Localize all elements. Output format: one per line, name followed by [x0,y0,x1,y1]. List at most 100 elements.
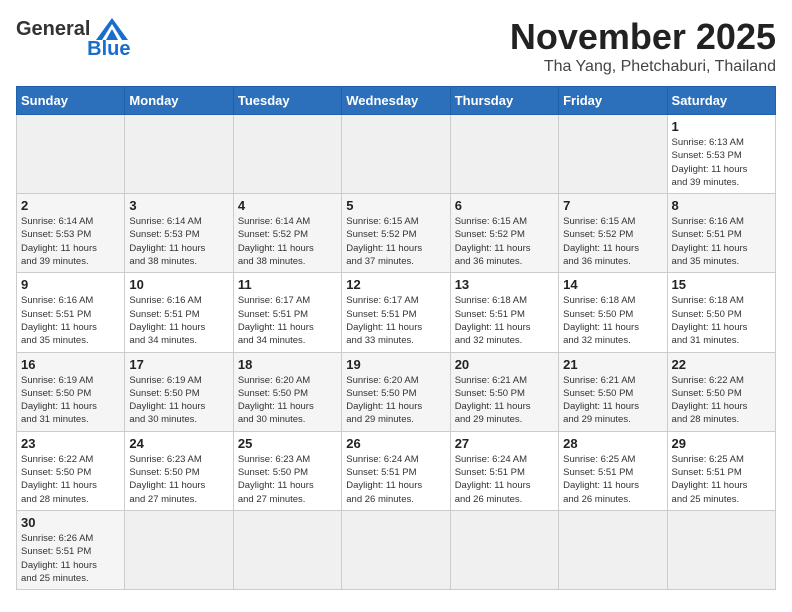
day-info: Sunrise: 6:21 AMSunset: 5:50 PMDaylight:… [563,374,662,427]
week-row-1: 1Sunrise: 6:13 AMSunset: 5:53 PMDaylight… [17,115,776,194]
calendar-cell: 29 Sunrise: 6:25 AMSunset: 5:51 PMDayligh… [667,431,775,510]
day-number: 10 [129,277,228,292]
calendar-cell [233,115,341,194]
day-number: 24 [129,436,228,451]
week-row-4: 16Sunrise: 6:19 AMSunset: 5:50 PMDayligh… [17,352,776,431]
calendar-cell [450,115,558,194]
calendar-cell: 7 Sunrise: 6:15 AMSunset: 5:52 PMDaylight… [559,194,667,273]
day-number: 30 [21,515,120,530]
day-number: 25 [238,436,337,451]
calendar-cell [450,510,558,589]
day-info: Sunrise: 6:16 AMSunset: 5:51 PMDaylight:… [21,294,120,347]
day-info: Sunrise: 6:18 AMSunset: 5:50 PMDaylight:… [563,294,662,347]
day-info: Sunrise: 6:21 AMSunset: 5:50 PMDaylight:… [455,374,554,427]
header: General Blue November 2025 Tha Yang, Phe… [16,16,776,76]
day-number: 19 [346,357,445,372]
day-number: 22 [672,357,771,372]
day-number: 3 [129,198,228,213]
title-section: November 2025 Tha Yang, Phetchaburi, Tha… [510,16,776,76]
week-row-6: 30 Sunrise: 6:26 AMSunset: 5:51 PMDayligh… [17,510,776,589]
day-number: 20 [455,357,554,372]
week-row-3: 9 Sunrise: 6:16 AMSunset: 5:51 PMDaylight… [17,273,776,352]
day-info: Sunrise: 6:24 AMSunset: 5:51 PMDaylight:… [346,453,445,506]
calendar-cell [233,510,341,589]
day-info: Sunrise: 6:14 AMSunset: 5:53 PMDaylight:… [129,215,228,268]
calendar-cell: 11Sunrise: 6:17 AMSunset: 5:51 PMDayligh… [233,273,341,352]
calendar-cell: 3 Sunrise: 6:14 AMSunset: 5:53 PMDaylight… [125,194,233,273]
day-info: Sunrise: 6:17 AMSunset: 5:51 PMDaylight:… [346,294,445,347]
day-number: 5 [346,198,445,213]
week-row-5: 23 Sunrise: 6:22 AMSunset: 5:50 PMDayligh… [17,431,776,510]
day-info: Sunrise: 6:23 AMSunset: 5:50 PMDaylight:… [238,453,337,506]
weekday-header-monday: Monday [125,87,233,115]
day-info: Sunrise: 6:20 AMSunset: 5:50 PMDaylight:… [238,374,337,427]
day-number: 7 [563,198,662,213]
day-number: 18 [238,357,337,372]
day-number: 8 [672,198,771,213]
calendar-cell: 4Sunrise: 6:14 AMSunset: 5:52 PMDaylight… [233,194,341,273]
weekday-header-friday: Friday [559,87,667,115]
calendar-cell: 30 Sunrise: 6:26 AMSunset: 5:51 PMDayligh… [17,510,125,589]
day-number: 14 [563,277,662,292]
calendar-cell: 27Sunrise: 6:24 AMSunset: 5:51 PMDayligh… [450,431,558,510]
calendar-cell: 16Sunrise: 6:19 AMSunset: 5:50 PMDayligh… [17,352,125,431]
calendar-cell: 18 Sunrise: 6:20 AMSunset: 5:50 PMDayligh… [233,352,341,431]
day-number: 26 [346,436,445,451]
calendar-cell: 26 Sunrise: 6:24 AMSunset: 5:51 PMDayligh… [342,431,450,510]
day-info: Sunrise: 6:15 AMSunset: 5:52 PMDaylight:… [455,215,554,268]
calendar-cell: 21 Sunrise: 6:21 AMSunset: 5:50 PMDayligh… [559,352,667,431]
day-number: 13 [455,277,554,292]
day-info: Sunrise: 6:20 AMSunset: 5:50 PMDaylight:… [346,374,445,427]
day-info: Sunrise: 6:22 AMSunset: 5:50 PMDaylight:… [21,453,120,506]
day-number: 21 [563,357,662,372]
calendar-cell: 15Sunrise: 6:18 AMSunset: 5:50 PMDayligh… [667,273,775,352]
calendar-cell: 28 Sunrise: 6:25 AMSunset: 5:51 PMDayligh… [559,431,667,510]
calendar-cell: 8Sunrise: 6:16 AMSunset: 5:51 PMDaylight… [667,194,775,273]
day-info: Sunrise: 6:16 AMSunset: 5:51 PMDaylight:… [129,294,228,347]
day-info: Sunrise: 6:25 AMSunset: 5:51 PMDaylight:… [672,453,771,506]
weekday-header-sunday: Sunday [17,87,125,115]
weekday-header-thursday: Thursday [450,87,558,115]
day-number: 28 [563,436,662,451]
calendar-cell: 14 Sunrise: 6:18 AMSunset: 5:50 PMDayligh… [559,273,667,352]
calendar-cell [125,510,233,589]
day-info: Sunrise: 6:23 AMSunset: 5:50 PMDaylight:… [129,453,228,506]
day-info: Sunrise: 6:24 AMSunset: 5:51 PMDaylight:… [455,453,554,506]
calendar-cell: 22 Sunrise: 6:22 AMSunset: 5:50 PMDayligh… [667,352,775,431]
day-info: Sunrise: 6:14 AMSunset: 5:53 PMDaylight:… [21,215,120,268]
day-info: Sunrise: 6:26 AMSunset: 5:51 PMDaylight:… [21,532,120,585]
calendar-cell: 10 Sunrise: 6:16 AMSunset: 5:51 PMDayligh… [125,273,233,352]
day-number: 11 [238,277,337,292]
day-number: 29 [672,436,771,451]
day-number: 15 [672,277,771,292]
calendar-cell: 24 Sunrise: 6:23 AMSunset: 5:50 PMDayligh… [125,431,233,510]
calendar-cell: 6Sunrise: 6:15 AMSunset: 5:52 PMDaylight… [450,194,558,273]
day-info: Sunrise: 6:18 AMSunset: 5:51 PMDaylight:… [455,294,554,347]
day-info: Sunrise: 6:25 AMSunset: 5:51 PMDaylight:… [563,453,662,506]
calendar-cell [667,510,775,589]
day-info: Sunrise: 6:14 AMSunset: 5:52 PMDaylight:… [238,215,337,268]
weekday-header-saturday: Saturday [667,87,775,115]
day-number: 23 [21,436,120,451]
calendar: SundayMondayTuesdayWednesdayThursdayFrid… [16,86,776,590]
day-info: Sunrise: 6:13 AMSunset: 5:53 PMDaylight:… [672,136,771,189]
calendar-cell: 12 Sunrise: 6:17 AMSunset: 5:51 PMDayligh… [342,273,450,352]
day-number: 12 [346,277,445,292]
day-info: Sunrise: 6:19 AMSunset: 5:50 PMDaylight:… [21,374,120,427]
logo-general: General [16,18,90,41]
weekday-header-tuesday: Tuesday [233,87,341,115]
calendar-cell: 20 Sunrise: 6:21 AMSunset: 5:50 PMDayligh… [450,352,558,431]
day-info: Sunrise: 6:22 AMSunset: 5:50 PMDaylight:… [672,374,771,427]
calendar-cell: 17Sunrise: 6:19 AMSunset: 5:50 PMDayligh… [125,352,233,431]
day-number: 9 [21,277,120,292]
calendar-cell [559,115,667,194]
week-row-2: 2Sunrise: 6:14 AMSunset: 5:53 PMDaylight… [17,194,776,273]
day-number: 17 [129,357,228,372]
calendar-cell: 13 Sunrise: 6:18 AMSunset: 5:51 PMDayligh… [450,273,558,352]
calendar-cell: 19 Sunrise: 6:20 AMSunset: 5:50 PMDayligh… [342,352,450,431]
calendar-cell [342,510,450,589]
day-info: Sunrise: 6:15 AMSunset: 5:52 PMDaylight:… [563,215,662,268]
month-title: November 2025 [510,16,776,58]
calendar-cell: 9 Sunrise: 6:16 AMSunset: 5:51 PMDaylight… [17,273,125,352]
calendar-cell: 1Sunrise: 6:13 AMSunset: 5:53 PMDaylight… [667,115,775,194]
